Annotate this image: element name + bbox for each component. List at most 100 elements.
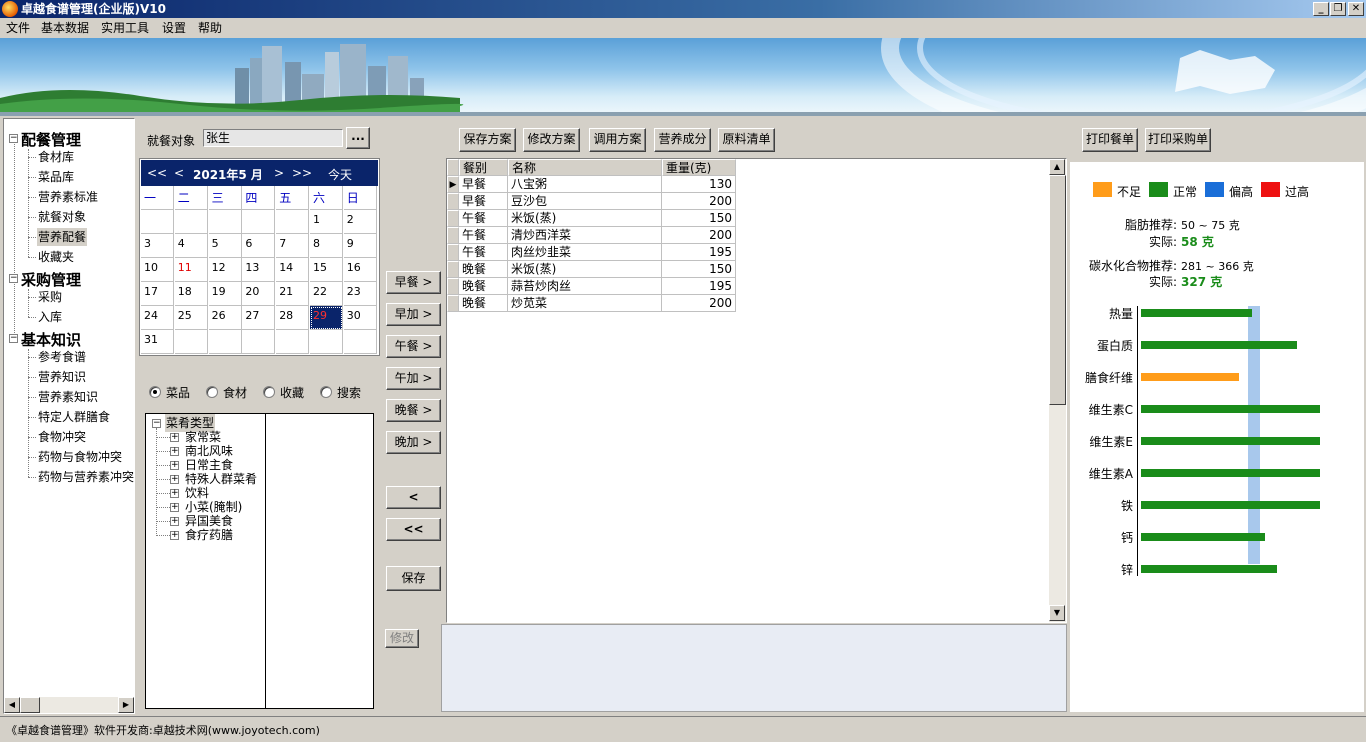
cell-meal[interactable]: 午餐 — [459, 227, 508, 244]
calendar-day[interactable]: 14 — [276, 258, 310, 282]
nav-item-stock-in[interactable]: 入库 — [37, 308, 63, 326]
calendar-day[interactable]: 22 — [310, 282, 343, 306]
calendar-day[interactable]: 18 — [174, 282, 208, 306]
calendar-day[interactable]: 17 — [141, 282, 174, 306]
calendar-day[interactable]: 6 — [242, 234, 276, 258]
table-row[interactable]: 午餐 清炒西洋菜 200 — [447, 227, 737, 244]
add-lunch-button[interactable]: 午餐 > — [386, 335, 441, 358]
row-header[interactable] — [447, 244, 459, 261]
cell-weight[interactable]: 195 — [662, 244, 736, 261]
print-menu-button[interactable]: 打印餐单 — [1082, 128, 1138, 152]
restore-icon[interactable]: ❐ — [1330, 2, 1346, 16]
nav-item-ingredients[interactable]: 食材库 — [37, 148, 75, 166]
nav-item-nutrients[interactable]: 营养素知识 — [37, 388, 99, 406]
cell-name[interactable]: 蒜苔炒肉丝 — [508, 278, 662, 295]
cell-name[interactable]: 八宝粥 — [508, 176, 662, 193]
collapse-icon[interactable]: − — [9, 134, 18, 143]
calendar-day[interactable]: 23 — [343, 282, 377, 306]
next-year-button[interactable]: >> — [292, 166, 312, 180]
nav-item-purchase[interactable]: 采购 — [37, 288, 63, 306]
menu-help[interactable]: 帮助 — [198, 20, 222, 36]
close-icon[interactable]: ✕ — [1348, 2, 1364, 16]
calendar-day[interactable]: 26 — [208, 306, 242, 330]
cell-weight[interactable]: 130 — [662, 176, 736, 193]
nav-group-purchase[interactable]: 采购管理 — [21, 269, 81, 290]
cell-weight[interactable]: 195 — [662, 278, 736, 295]
table-vscrollbar[interactable]: ▲ ▼ — [1049, 159, 1066, 622]
prev-year-button[interactable]: << — [147, 166, 167, 180]
nav-item-special-diet[interactable]: 特定人群膳食 — [37, 408, 111, 426]
col-header-weight[interactable]: 重量(克) — [662, 159, 736, 176]
nav-group-knowledge[interactable]: 基本知识 — [21, 329, 81, 350]
save-plan-button[interactable]: 保存方案 — [459, 128, 516, 152]
calendar-day[interactable]: 1 — [310, 210, 343, 234]
cell-name[interactable]: 米饭(蒸) — [508, 210, 662, 227]
calendar-day[interactable]: 15 — [310, 258, 343, 282]
scroll-up-icon[interactable]: ▲ — [1049, 159, 1065, 175]
diner-browse-button[interactable]: ... — [346, 127, 370, 149]
dish-list[interactable] — [265, 413, 374, 709]
calendar-day[interactable]: 19 — [208, 282, 242, 306]
next-month-button[interactable]: > — [274, 166, 284, 180]
row-header[interactable] — [447, 261, 459, 278]
radio-dish[interactable] — [149, 386, 161, 398]
col-header-name[interactable]: 名称 — [508, 159, 662, 176]
expand-icon[interactable]: + — [170, 433, 179, 442]
cell-name[interactable]: 炒苋菜 — [508, 295, 662, 312]
menu-basic-data[interactable]: 基本数据 — [41, 20, 89, 36]
collapse-icon[interactable]: − — [9, 334, 18, 343]
nav-item-drug-food[interactable]: 药物与食物冲突 — [37, 448, 123, 466]
nav-item-nutrition[interactable]: 营养知识 — [37, 368, 87, 386]
nav-group-meal[interactable]: 配餐管理 — [21, 129, 81, 150]
load-plan-button[interactable]: 调用方案 — [589, 128, 646, 152]
calendar-day[interactable]: 10 — [141, 258, 174, 282]
add-lunch-snack-button[interactable]: 午加 > — [386, 367, 441, 390]
modify-plan-button[interactable]: 修改方案 — [523, 128, 580, 152]
add-dinner-snack-button[interactable]: 晚加 > — [386, 431, 441, 454]
radio-favorite[interactable] — [263, 386, 275, 398]
add-breakfast-button[interactable]: 早餐 > — [386, 271, 441, 294]
nav-item-ref-recipes[interactable]: 参考食谱 — [37, 348, 87, 366]
calendar-day[interactable]: 5 — [208, 234, 242, 258]
minimize-icon[interactable]: _ — [1313, 2, 1329, 16]
table-row[interactable]: 早餐 豆沙包 200 — [447, 193, 737, 210]
diner-input[interactable]: 张生 — [203, 129, 343, 147]
nav-item-meal-planning[interactable]: 营养配餐 — [37, 228, 88, 246]
notes-area[interactable] — [441, 624, 1067, 712]
calendar-day[interactable]: 25 — [174, 306, 208, 330]
expand-icon[interactable]: + — [170, 531, 179, 540]
nav-item-drug-nutrient[interactable]: 药物与营养素冲突 — [37, 468, 135, 486]
radio-ingredient[interactable] — [206, 386, 218, 398]
row-pointer-icon[interactable]: ▶ — [447, 176, 459, 193]
expand-icon[interactable]: + — [170, 503, 179, 512]
calendar-day[interactable]: 24 — [141, 306, 174, 330]
cell-meal[interactable]: 晚餐 — [459, 278, 508, 295]
nav-item-food-conflict[interactable]: 食物冲突 — [37, 428, 87, 446]
row-header[interactable] — [447, 227, 459, 244]
cell-weight[interactable]: 200 — [662, 295, 736, 312]
cell-meal[interactable]: 午餐 — [459, 210, 508, 227]
menu-settings[interactable]: 设置 — [162, 20, 186, 36]
cell-name[interactable]: 清炒西洋菜 — [508, 227, 662, 244]
expand-icon[interactable]: + — [170, 447, 179, 456]
modify-button[interactable]: 修改 — [385, 629, 419, 648]
calendar-day[interactable]: 4 — [174, 234, 208, 258]
scroll-left-icon[interactable]: ◀ — [4, 697, 20, 713]
table-row[interactable]: 晚餐 米饭(蒸) 150 — [447, 261, 737, 278]
expand-icon[interactable]: + — [170, 475, 179, 484]
calendar-day[interactable]: 28 — [276, 306, 310, 330]
calendar-day[interactable]: 21 — [276, 282, 310, 306]
calendar-day[interactable]: 16 — [343, 258, 377, 282]
table-row[interactable]: 午餐 肉丝炒韭菜 195 — [447, 244, 737, 261]
collapse-icon[interactable]: − — [152, 419, 161, 428]
nutrition-facts-button[interactable]: 营养成分 — [654, 128, 711, 152]
col-header-meal[interactable]: 餐别 — [459, 159, 508, 176]
cell-name[interactable]: 豆沙包 — [508, 193, 662, 210]
row-header[interactable] — [447, 193, 459, 210]
calendar-day[interactable]: 13 — [242, 258, 276, 282]
prev-month-button[interactable]: < — [174, 166, 184, 180]
print-purchase-button[interactable]: 打印采购单 — [1145, 128, 1211, 152]
add-breakfast-snack-button[interactable]: 早加 > — [386, 303, 441, 326]
cell-weight[interactable]: 150 — [662, 261, 736, 278]
cell-meal[interactable]: 晚餐 — [459, 295, 508, 312]
